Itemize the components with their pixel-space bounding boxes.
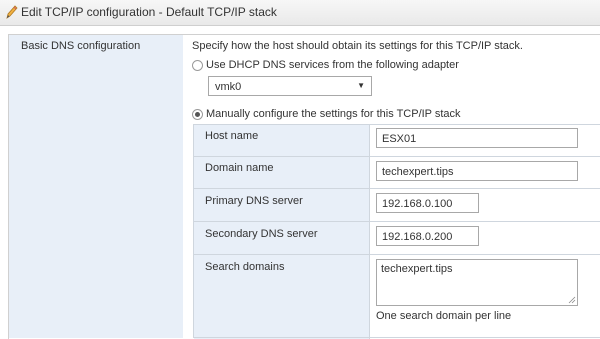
radio-dhcp-label[interactable]: Use DHCP DNS services from the following… [206, 59, 459, 71]
primary-dns-label-cell: Primary DNS server [194, 188, 369, 222]
host-name-label-cell: Host name [194, 124, 369, 157]
search-domains-label-cell: Search domains [194, 254, 369, 339]
dns-description: Specify how the host should obtain its s… [192, 40, 523, 52]
resize-grip-icon[interactable] [568, 296, 576, 304]
radio-manual-label[interactable]: Manually configure the settings for this… [206, 108, 461, 120]
primary-dns-label: Primary DNS server [205, 195, 303, 207]
domain-name-value: techexpert.tips [382, 166, 454, 178]
search-domains-hint: One search domain per line [376, 310, 512, 322]
pencil-icon [6, 5, 18, 19]
primary-dns-value: 192.168.0.100 [382, 198, 453, 210]
section-label-column [9, 35, 183, 338]
dialog-title-bar: Edit TCP/IP configuration - Default TCP/… [0, 0, 600, 26]
section-label: Basic DNS configuration [21, 40, 141, 52]
host-name-label: Host name [205, 130, 259, 142]
host-name-input[interactable]: ESX01 [376, 128, 578, 148]
search-domains-textarea[interactable]: techexpert.tips [376, 259, 578, 306]
domain-name-input[interactable]: techexpert.tips [376, 161, 578, 181]
host-name-value: ESX01 [382, 133, 417, 145]
secondary-dns-value: 192.168.0.200 [382, 231, 453, 243]
adapter-select-value: vmk0 [215, 81, 242, 93]
adapter-select[interactable]: vmk0 ▼ [208, 76, 372, 96]
domain-name-label: Domain name [205, 162, 274, 174]
dialog-title: Edit TCP/IP configuration - Default TCP/… [21, 5, 277, 19]
radio-dhcp[interactable] [192, 60, 203, 71]
search-domains-label: Search domains [205, 261, 285, 273]
radio-manual[interactable] [192, 109, 203, 120]
secondary-dns-input[interactable]: 192.168.0.200 [376, 226, 479, 246]
chevron-down-icon: ▼ [357, 81, 365, 90]
primary-dns-input[interactable]: 192.168.0.100 [376, 193, 479, 213]
domain-name-label-cell: Domain name [194, 156, 369, 189]
search-domains-value: techexpert.tips [381, 263, 453, 275]
secondary-dns-label-cell: Secondary DNS server [194, 221, 369, 255]
secondary-dns-label: Secondary DNS server [205, 228, 318, 240]
